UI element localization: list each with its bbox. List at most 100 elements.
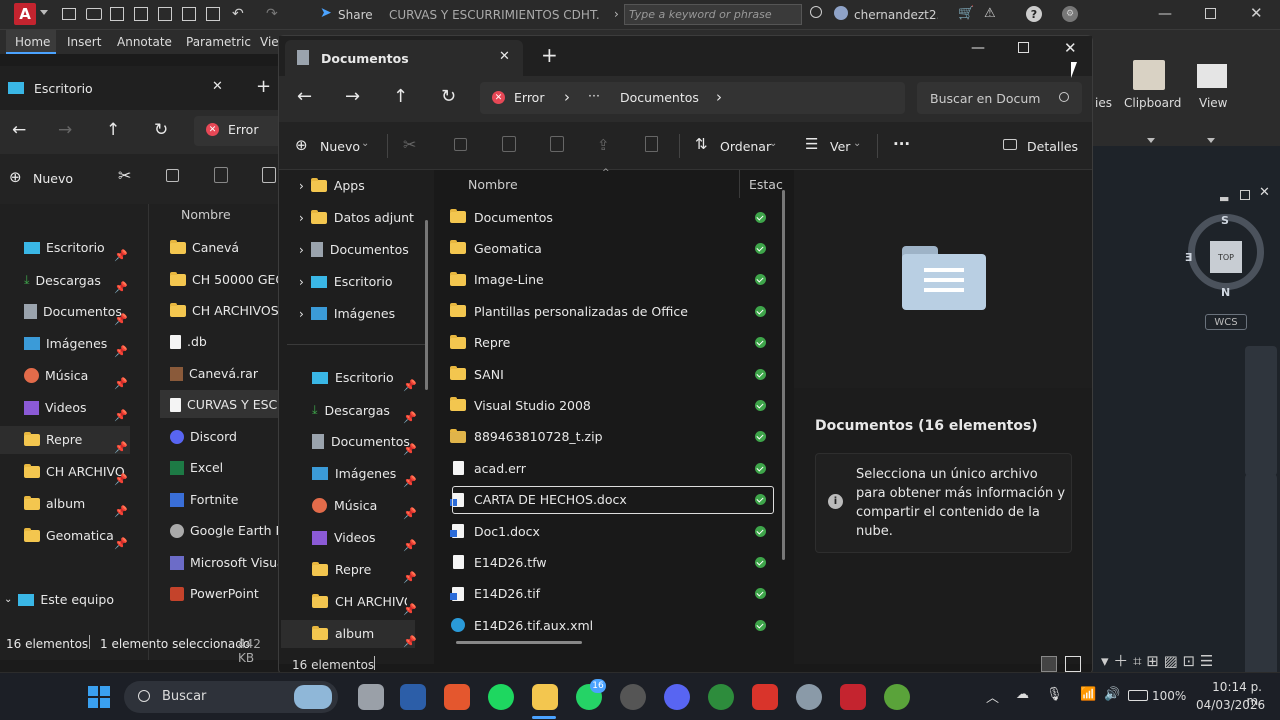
open-folder-icon[interactable] — [86, 8, 102, 20]
file-row[interactable]: Doc1.docx — [450, 517, 780, 545]
file-row[interactable]: E14D26.tfw — [450, 548, 780, 576]
quick-item-imagenes[interactable]: Imágenes — [24, 336, 107, 351]
new-tab-icon[interactable]: + — [541, 43, 558, 67]
breadcrumb-error[interactable]: Error — [514, 90, 544, 105]
quick-item-videos[interactable]: Videos — [24, 400, 87, 415]
clock-date[interactable]: 04/03/2026 — [1196, 698, 1265, 712]
paste-icon[interactable] — [502, 136, 516, 152]
tree-item-imagenes[interactable]: › Imágenes — [299, 306, 395, 321]
cloud-icon[interactable] — [158, 7, 172, 21]
tree-item-datos-adjuntos[interactable]: › Datos adjuntos — [299, 209, 414, 225]
search-icon[interactable] — [810, 6, 822, 18]
user-name[interactable]: chernandezt2... — [854, 8, 938, 22]
chevron-down-icon[interactable]: ⌄ — [769, 138, 777, 149]
acrobat-icon[interactable] — [752, 684, 778, 710]
file-row[interactable]: E14D26.tif — [450, 580, 780, 608]
chevron-down-icon[interactable] — [1207, 138, 1215, 143]
quick-item-repre[interactable]: Repre — [24, 431, 82, 447]
new-button[interactable]: Nuevo — [320, 139, 360, 154]
qgis-icon[interactable] — [884, 684, 910, 710]
close-icon[interactable]: ✕ — [1250, 4, 1263, 22]
chatgpt-icon[interactable] — [620, 684, 646, 710]
chevron-right-icon[interactable]: › — [716, 88, 722, 106]
minimize-icon[interactable]: — — [1158, 6, 1172, 22]
chevron-down-icon[interactable]: ⌄ — [361, 138, 369, 149]
details-button[interactable]: Detalles — [1027, 139, 1078, 154]
copy-icon[interactable] — [454, 138, 467, 151]
details-view-icon[interactable] — [1041, 656, 1057, 672]
brave-icon[interactable] — [444, 684, 470, 710]
tree-item-escritorio[interactable]: › Escritorio — [299, 274, 393, 289]
save-icon[interactable] — [110, 7, 124, 21]
quick-item-documentos[interactable]: Documentos — [24, 304, 122, 319]
help-icon[interactable]: ? — [1026, 6, 1042, 22]
back-icon[interactable]: ← — [297, 86, 312, 107]
file-row[interactable]: Plantillas personalizadas de Office — [450, 297, 780, 325]
breadcrumb-ellipsis[interactable]: ··· — [588, 88, 600, 103]
quick-item-documentos[interactable]: Documentos — [312, 434, 410, 449]
address-error[interactable]: Error — [228, 122, 258, 137]
file-row[interactable]: CURVAS Y ESCU — [170, 397, 277, 412]
viewport-minimize-icon[interactable]: ▬ — [1219, 192, 1229, 205]
up-icon[interactable]: ↑ — [106, 120, 120, 140]
save-as-icon[interactable] — [134, 7, 148, 21]
forward-icon[interactable]: → — [345, 86, 360, 107]
quick-item-ch-archivo[interactable]: CH ARCHIVO — [312, 593, 407, 609]
tab-annotate[interactable]: Annotate — [117, 35, 172, 49]
volume-icon[interactable]: 🔊 — [1104, 687, 1120, 702]
tab-parametric[interactable]: Parametric — [186, 35, 251, 49]
maximize-icon[interactable] — [1018, 42, 1029, 53]
copy-icon[interactable] — [166, 169, 179, 182]
app-icon[interactable]: ⚙ — [1062, 6, 1078, 22]
rename-icon[interactable] — [550, 136, 564, 152]
wifi-icon[interactable]: 📶 — [1080, 687, 1096, 702]
search-box[interactable]: Buscar — [124, 681, 338, 713]
file-row[interactable]: SANI — [450, 360, 780, 388]
tree-este-equipo[interactable]: ⌄ Este equipo — [4, 592, 114, 607]
column-name[interactable]: Nombre — [181, 207, 231, 222]
cut-icon[interactable]: ✂ — [118, 166, 131, 185]
tab-home[interactable]: Home — [15, 35, 50, 49]
file-row[interactable]: Visual Studio 2008 — [450, 391, 780, 419]
quick-item-geomatica[interactable]: Geomatica — [24, 527, 114, 543]
rename-icon[interactable] — [262, 167, 276, 183]
horizontal-scrollbar[interactable] — [456, 641, 582, 644]
windows-start-icon[interactable] — [88, 686, 110, 708]
app-icon[interactable] — [708, 684, 734, 710]
undo-icon[interactable]: ↶ — [232, 6, 244, 22]
search-input[interactable]: Buscar en Docum — [917, 82, 1082, 114]
quick-item-repre[interactable]: Repre — [312, 561, 371, 577]
restore-icon[interactable] — [1205, 8, 1216, 19]
chevron-up-icon[interactable]: ︿ — [986, 687, 999, 706]
user-icon[interactable] — [834, 6, 848, 20]
quick-item-descargas[interactable]: ⤓ Descargas — [312, 402, 390, 418]
file-row[interactable]: Fortnite — [170, 492, 280, 507]
spotify-icon[interactable] — [488, 684, 514, 710]
tab-documentos[interactable]: Documentos ✕ — [285, 40, 523, 76]
minimize-icon[interactable]: — — [971, 40, 985, 56]
quick-item-videos[interactable]: Videos — [312, 530, 376, 545]
column-name[interactable]: Nombre — [468, 177, 518, 192]
refresh-icon[interactable]: ↻ — [441, 86, 456, 107]
file-row[interactable]: 889463810728_t.zip — [450, 423, 780, 451]
new-button[interactable]: Nuevo — [33, 171, 73, 186]
vertical-scrollbar[interactable] — [782, 190, 785, 560]
tab-title[interactable]: Escritorio — [34, 81, 93, 96]
chevron-down-icon[interactable] — [1147, 138, 1155, 143]
file-row[interactable]: CH ARCHIVOS G — [170, 302, 282, 318]
up-icon[interactable]: ↑ — [393, 86, 408, 107]
file-row[interactable]: Excel — [170, 460, 280, 475]
status-icons[interactable]: ▾ ＋ ⌗ ⊞ ▨ ⊡ ☰ — [1101, 650, 1213, 671]
file-row[interactable]: CH 50000 GEO — [170, 271, 282, 287]
viewport-restore-icon[interactable] — [1240, 190, 1250, 200]
file-row[interactable]: Canevá — [170, 239, 282, 255]
quick-item-escritorio[interactable]: Escritorio — [312, 370, 394, 385]
close-tab-icon[interactable]: ✕ — [499, 49, 510, 64]
share-button[interactable]: Share — [338, 8, 373, 22]
upload-icon[interactable] — [182, 7, 196, 21]
clipboard-icon[interactable] — [1133, 60, 1165, 90]
microphone-icon[interactable]: 🎙 — [1046, 687, 1063, 702]
redo-icon[interactable]: ↷ — [266, 6, 278, 22]
sort-button[interactable]: Ordenar — [720, 139, 771, 154]
paste-icon[interactable] — [214, 167, 228, 183]
